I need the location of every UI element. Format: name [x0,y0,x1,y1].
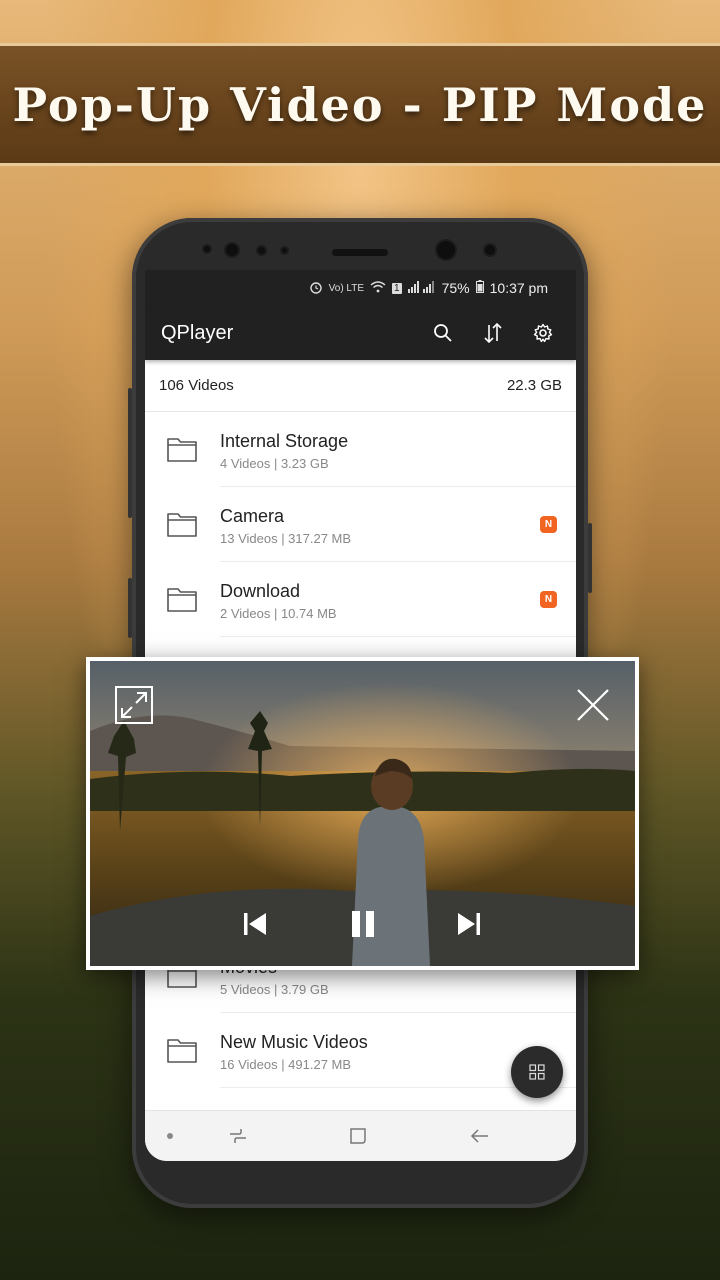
power-button [588,523,592,593]
skip-previous-icon[interactable] [240,909,270,939]
folder-meta: 13 Videos | 317.27 MB [220,531,352,546]
battery-icon [475,280,484,296]
folder-name: Camera [220,506,285,526]
folder-row-internal-storage[interactable]: Internal Storage 4 Videos | 3.23 GB [145,412,576,487]
sim-indicator: 1 [392,282,402,294]
back-icon[interactable] [470,1126,490,1146]
status-bar: Vo) LTE 1 75% 10:37 pm [145,270,576,306]
dot-icon [160,1126,180,1146]
folder-meta: 2 Videos | 10.74 MB [220,606,337,621]
close-icon[interactable] [575,687,611,723]
front-camera [437,241,455,259]
signal-icon [407,280,436,296]
new-badge: N [540,591,557,608]
folder-icon [167,513,197,537]
folder-meta: 4 Videos | 3.23 GB [220,456,329,471]
folder-name: Download [220,581,301,601]
folder-icon [167,438,197,462]
system-nav-bar [145,1110,576,1161]
wifi-icon [370,280,386,296]
skip-next-icon[interactable] [454,909,484,939]
banner-title: Pop-Up Video - PIP Mode [12,77,708,132]
front-sensor [485,245,495,255]
pause-icon[interactable] [346,907,380,941]
volume-button [128,388,132,518]
settings-icon[interactable] [526,316,560,350]
folder-name: New Music Videos [220,1032,368,1052]
total-size: 22.3 GB [506,377,562,394]
video-count: 106 Videos [159,377,234,394]
folder-icon [167,1039,197,1063]
clock: 10:37 pm [489,280,548,296]
folder-meta: 5 Videos | 3.79 GB [220,982,329,997]
earpiece-speaker [332,249,388,256]
library-summary: 106 Videos 22.3 GB [145,360,576,412]
pip-video-window[interactable] [86,657,639,970]
grid-view-button[interactable] [511,1046,563,1098]
folder-name: Internal Storage [220,431,349,451]
folder-icon [167,588,197,612]
alarm-icon [309,280,323,297]
search-icon[interactable] [426,316,460,350]
new-badge: N [540,516,557,533]
iris-scanner [226,244,238,256]
battery-percent: 75% [441,280,470,296]
grid-icon [529,1064,545,1080]
app-title: QPlayer [161,321,234,344]
sort-icon[interactable] [476,316,510,350]
expand-icon[interactable] [114,685,154,725]
recents-icon[interactable] [228,1126,248,1146]
volte-label: Vo) LTE [328,282,365,294]
folder-row-download[interactable]: Download 2 Videos | 10.74 MB N [145,562,576,637]
sensor-dot [204,246,210,252]
app-bar: QPlayer [145,306,576,360]
row-divider [220,636,576,637]
bixby-button [128,578,132,638]
home-icon[interactable] [348,1126,368,1146]
proximity-sensor [258,247,265,254]
folder-row-camera[interactable]: Camera 13 Videos | 317.27 MB N [145,487,576,562]
promo-banner: Pop-Up Video - PIP Mode [0,43,720,166]
light-sensor [282,248,287,253]
folder-meta: 16 Videos | 491.27 MB [220,1057,352,1072]
